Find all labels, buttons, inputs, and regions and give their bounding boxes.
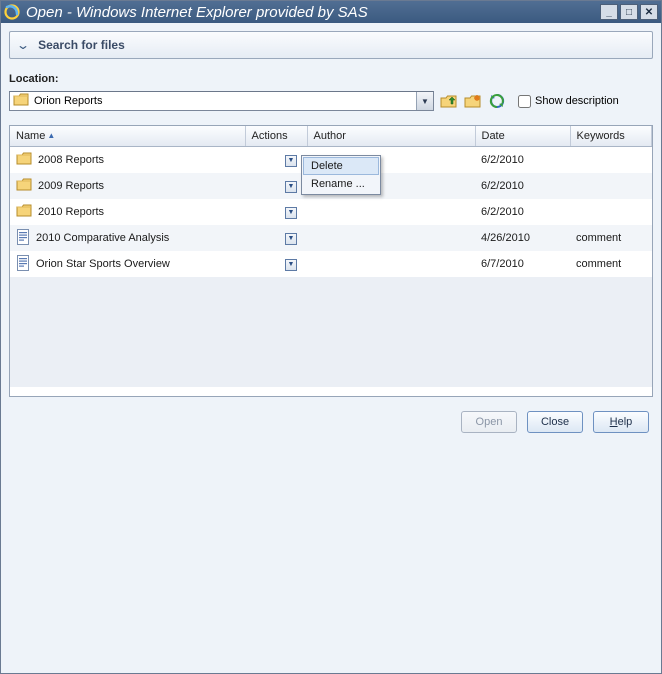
location-row: Orion Reports ▼ <box>9 91 653 111</box>
cell-author <box>307 225 475 251</box>
cell-name[interactable]: 2010 Reports <box>10 199 245 225</box>
cell-keywords <box>570 173 652 199</box>
row-action-button[interactable]: ▼ <box>285 207 297 219</box>
titlebar[interactable]: Open - Windows Internet Explorer provide… <box>1 1 661 23</box>
search-bar[interactable]: ⌄ Search for files <box>9 31 653 59</box>
close-button[interactable]: Close <box>527 411 583 433</box>
close-window-button[interactable]: ✕ <box>640 4 658 20</box>
open-dialog-window: Open - Windows Internet Explorer provide… <box>0 0 662 674</box>
cell-actions: ▼ <box>245 147 307 174</box>
document-icon <box>16 255 30 274</box>
col-name[interactable]: Name▲ <box>10 126 245 147</box>
cell-name[interactable]: 2008 Reports <box>10 147 245 173</box>
folder-icon <box>13 93 29 110</box>
row-action-button[interactable]: ▼ <box>285 155 297 167</box>
location-combo[interactable]: Orion Reports ▼ <box>9 91 434 111</box>
maximize-button[interactable]: □ <box>620 4 638 20</box>
cell-actions: ▼ <box>245 251 307 277</box>
sort-asc-icon: ▲ <box>47 131 55 140</box>
cell-author <box>307 199 475 225</box>
cell-keywords: comment <box>570 251 652 277</box>
cell-date: 6/7/2010 <box>475 251 570 277</box>
cell-author <box>307 251 475 277</box>
cell-date: 6/2/2010 <box>475 199 570 225</box>
grid-empty-area <box>10 277 652 387</box>
file-table: Name▲ Actions Author Date Keywords 2008 … <box>10 126 652 277</box>
cell-keywords <box>570 147 652 174</box>
row-action-button[interactable]: ▼ <box>285 233 297 245</box>
up-folder-icon[interactable] <box>440 92 458 110</box>
ie-icon <box>4 4 20 20</box>
table-row[interactable]: 2010 Comparative Analysis ▼ 4/26/2010comme… <box>10 225 652 251</box>
cell-name[interactable]: Orion Star Sports Overview <box>10 251 245 277</box>
combo-dropdown-button[interactable]: ▼ <box>416 92 433 110</box>
window-title: Open - Windows Internet Explorer provide… <box>26 4 598 21</box>
row-action-button[interactable]: ▼ <box>285 259 297 271</box>
table-row[interactable]: Orion Star Sports Overview ▼ 6/7/2010comme… <box>10 251 652 277</box>
cell-keywords <box>570 199 652 225</box>
col-author[interactable]: Author <box>307 126 475 147</box>
file-name: 2010 Reports <box>38 206 104 218</box>
col-actions[interactable]: Actions <box>245 126 307 147</box>
search-label: Search for files <box>38 38 125 52</box>
location-value: Orion Reports <box>34 95 416 107</box>
file-name: Orion Star Sports Overview <box>36 258 170 270</box>
new-folder-icon[interactable] <box>464 92 482 110</box>
refresh-icon[interactable] <box>488 92 506 110</box>
folder-icon <box>16 204 32 221</box>
cell-date: 6/2/2010 <box>475 173 570 199</box>
cell-actions: ▼ <box>245 173 307 199</box>
actions-context-menu: Delete Rename ... <box>301 155 381 195</box>
chevron-down-icon: ⌄ <box>16 38 30 52</box>
document-icon <box>16 229 30 248</box>
cell-actions: ▼ <box>245 225 307 251</box>
table-row[interactable]: 2010 Reports ▼ 6/2/2010 <box>10 199 652 225</box>
col-keywords[interactable]: Keywords <box>570 126 652 147</box>
folder-icon <box>16 152 32 169</box>
dialog-buttons: Open Close Help <box>9 411 653 433</box>
cell-name[interactable]: 2009 Reports <box>10 173 245 199</box>
col-date[interactable]: Date <box>475 126 570 147</box>
cell-actions: ▼ <box>245 199 307 225</box>
help-underline: H <box>610 416 618 428</box>
table-header-row: Name▲ Actions Author Date Keywords <box>10 126 652 147</box>
cell-date: 4/26/2010 <box>475 225 570 251</box>
menu-rename[interactable]: Rename ... <box>303 175 379 193</box>
cell-keywords: comment <box>570 225 652 251</box>
open-button[interactable]: Open <box>461 411 517 433</box>
folder-icon <box>16 178 32 195</box>
location-label: Location: <box>9 73 653 85</box>
help-button[interactable]: Help <box>593 411 649 433</box>
show-description-label: Show description <box>535 95 619 107</box>
minimize-button[interactable]: _ <box>600 4 618 20</box>
file-name: 2010 Comparative Analysis <box>36 232 169 244</box>
row-action-button[interactable]: ▼ <box>285 181 297 193</box>
client-area: ⌄ Search for files Location: Orion Repor… <box>1 23 661 673</box>
menu-delete[interactable]: Delete <box>303 157 379 175</box>
show-description-input[interactable] <box>518 95 531 108</box>
show-description-checkbox[interactable]: Show description <box>518 95 619 108</box>
cell-date: 6/2/2010 <box>475 147 570 174</box>
file-grid: Name▲ Actions Author Date Keywords 2008 … <box>9 125 653 397</box>
cell-name[interactable]: 2010 Comparative Analysis <box>10 225 245 251</box>
file-name: 2009 Reports <box>38 180 104 192</box>
file-name: 2008 Reports <box>38 154 104 166</box>
